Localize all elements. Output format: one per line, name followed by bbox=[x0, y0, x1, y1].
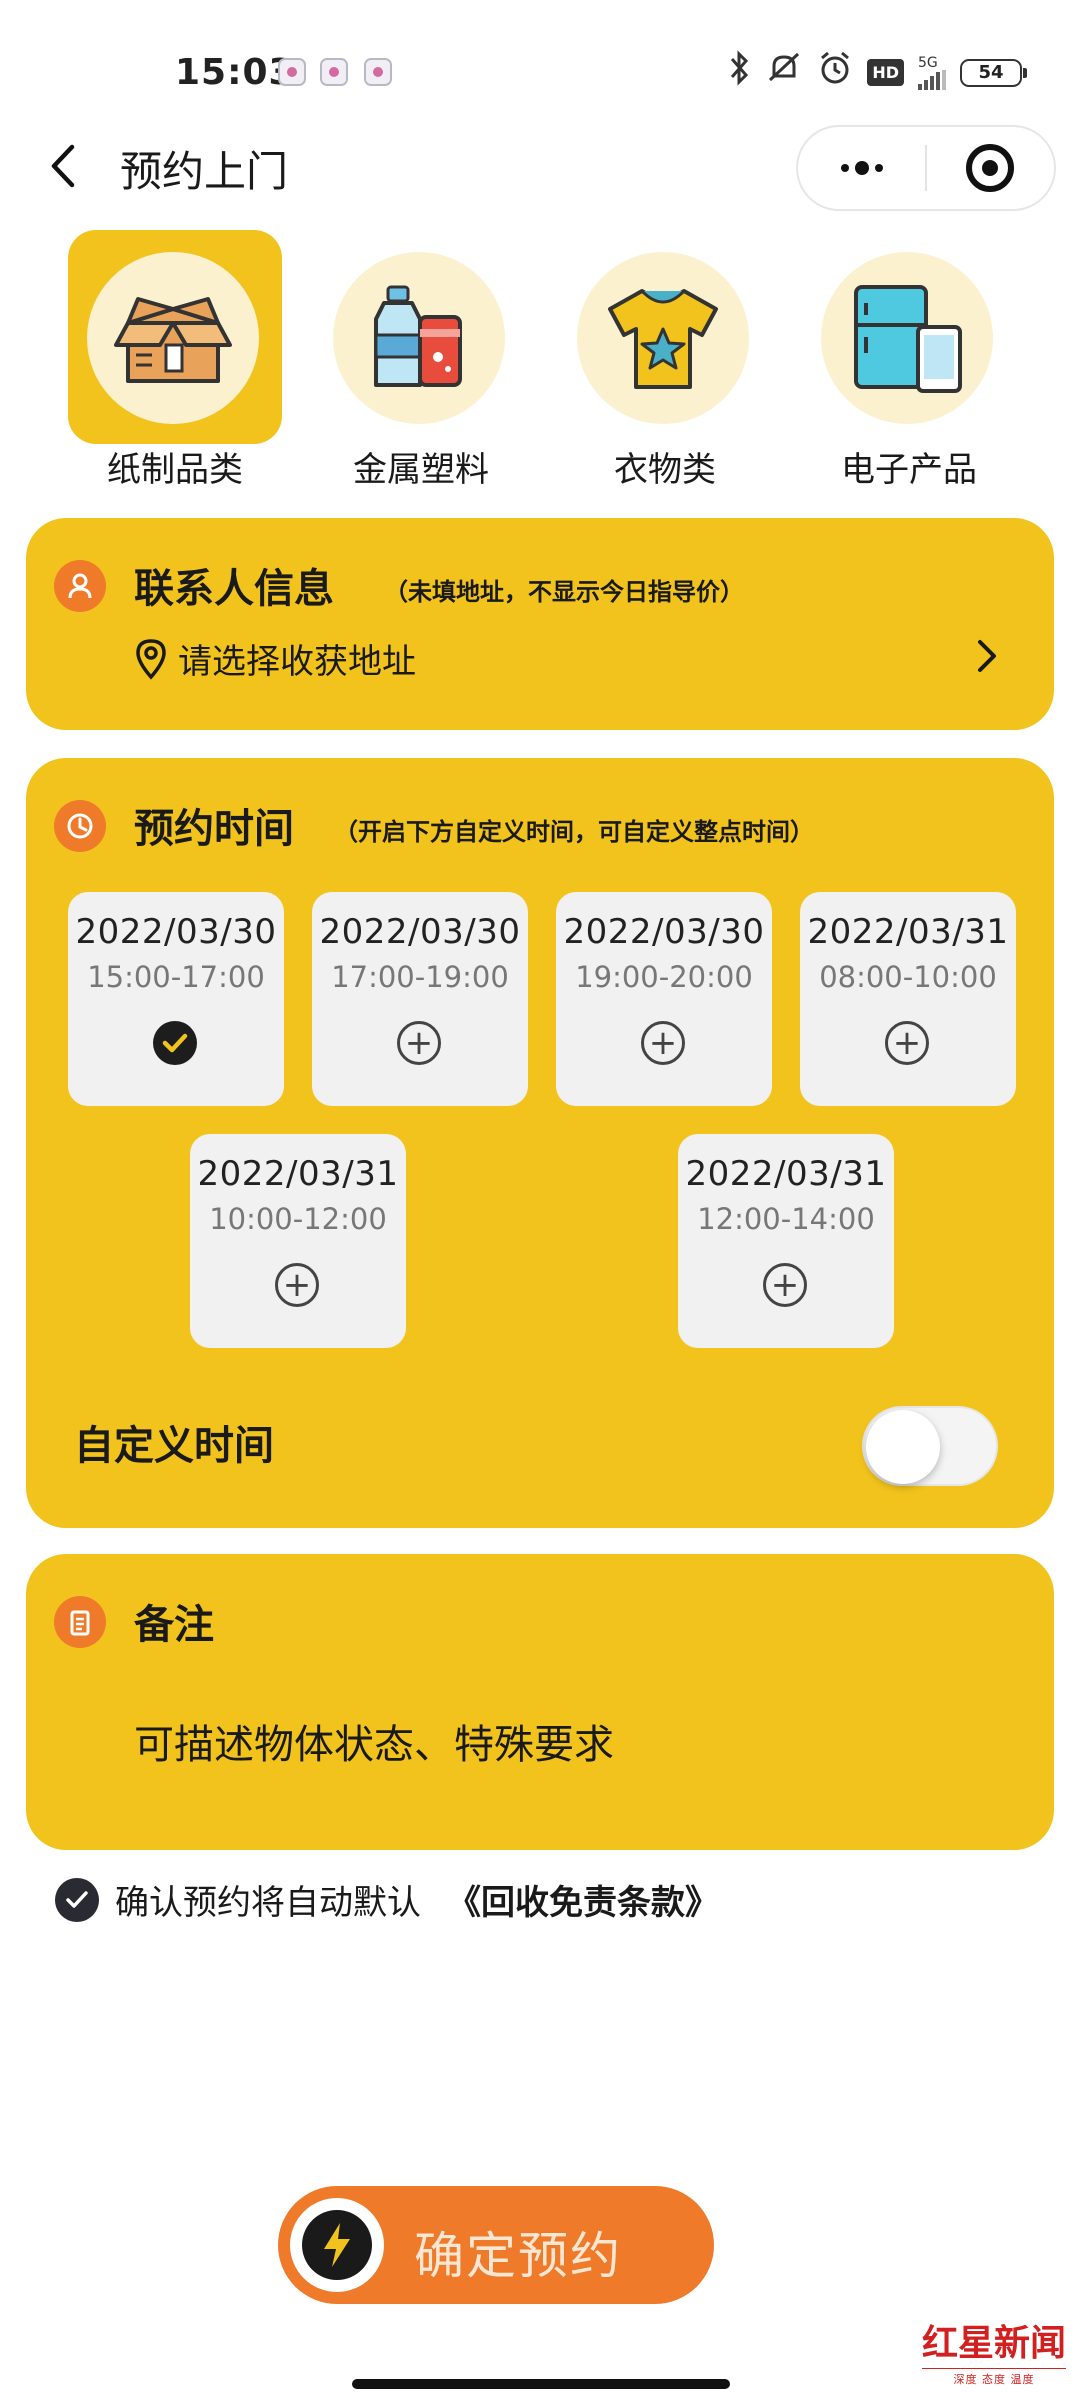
time-slot[interactable]: 2022/03/30 19:00-20:00 + bbox=[556, 892, 772, 1106]
status-icons: HD 5G 54 bbox=[729, 50, 1027, 95]
remark-input[interactable]: 可描述物体状态、特殊要求 bbox=[134, 1712, 614, 1770]
bluetooth-icon bbox=[729, 50, 751, 95]
tshirt-icon bbox=[577, 252, 749, 424]
category-clothing[interactable]: 衣物类 bbox=[550, 230, 770, 490]
notification-app-icon bbox=[320, 58, 348, 86]
notification-app-icon bbox=[364, 58, 392, 86]
silent-icon bbox=[765, 50, 803, 95]
confirm-label: 确定预约 bbox=[414, 2227, 622, 2285]
chevron-left-icon bbox=[51, 144, 75, 188]
watermark-text: 红星新闻 bbox=[921, 2322, 1066, 2364]
watermark-subtext: 深度 态度 温度 bbox=[921, 2368, 1066, 2387]
check-icon bbox=[66, 1890, 88, 1908]
more-button[interactable] bbox=[798, 127, 925, 209]
time-slot[interactable]: 2022/03/31 08:00-10:00 + bbox=[800, 892, 1016, 1106]
category-metal-plastic[interactable]: 金属塑料 bbox=[306, 230, 526, 490]
category-paper[interactable]: 纸制品类 bbox=[60, 230, 282, 490]
chevron-right-icon[interactable] bbox=[972, 636, 1002, 676]
contact-hint: （未填地址，不显示今日指导价） bbox=[384, 578, 744, 606]
schedule-title: 预约时间 bbox=[134, 806, 294, 852]
schedule-card: 预约时间 （开启下方自定义时间，可自定义整点时间） 2022/03/30 15:… bbox=[26, 758, 1054, 1528]
slot-time: 15:00-17:00 bbox=[87, 960, 265, 994]
box-icon bbox=[87, 252, 259, 424]
remark-card: 备注 可描述物体状态、特殊要求 bbox=[26, 1554, 1054, 1850]
mini-program-capsule bbox=[796, 125, 1056, 211]
slot-time: 17:00-19:00 bbox=[331, 960, 509, 994]
slot-time: 08:00-10:00 bbox=[819, 960, 997, 994]
page-title: 预约上门 bbox=[120, 147, 289, 196]
category-selector: 纸制品类 金属塑料 衣物类 电子产品 bbox=[0, 230, 1080, 490]
signal-icon: 5G bbox=[918, 56, 946, 90]
lightning-icon bbox=[290, 2198, 384, 2292]
category-label: 电子产品 bbox=[841, 450, 977, 490]
status-bar: 15:03 HD 5G 54 bbox=[0, 0, 1080, 140]
add-icon: + bbox=[394, 1018, 444, 1068]
address-placeholder: 请选择收获地址 bbox=[178, 642, 416, 682]
slot-date: 2022/03/30 bbox=[563, 912, 765, 952]
add-icon: + bbox=[638, 1018, 688, 1068]
slot-date: 2022/03/31 bbox=[685, 1154, 887, 1194]
contact-title: 联系人信息 bbox=[134, 566, 334, 612]
add-icon: + bbox=[272, 1260, 322, 1310]
agreement-checkbox[interactable] bbox=[55, 1877, 99, 1922]
notification-app-icon bbox=[278, 58, 306, 86]
home-indicator[interactable] bbox=[352, 2379, 730, 2389]
category-electronics[interactable]: 电子产品 bbox=[794, 230, 1014, 490]
time-slot[interactable]: 2022/03/31 10:00-12:00 + bbox=[190, 1134, 406, 1348]
hd-icon: HD bbox=[867, 59, 904, 86]
time-slot[interactable]: 2022/03/31 12:00-14:00 + bbox=[678, 1134, 894, 1348]
slot-time: 10:00-12:00 bbox=[209, 1202, 387, 1236]
bottle-can-icon bbox=[333, 252, 505, 424]
slot-time: 12:00-14:00 bbox=[697, 1202, 875, 1236]
fridge-tablet-icon bbox=[821, 252, 993, 424]
person-icon bbox=[54, 560, 106, 612]
add-icon: + bbox=[882, 1018, 932, 1068]
check-icon bbox=[150, 1018, 200, 1068]
watermark-logo: 红星新闻 深度 态度 温度 bbox=[921, 2314, 1066, 2387]
back-button[interactable] bbox=[38, 136, 88, 196]
remark-title: 备注 bbox=[134, 1602, 214, 1648]
contact-card: 联系人信息 （未填地址，不显示今日指导价） 请选择收获地址 bbox=[26, 518, 1054, 730]
close-mini-program-button[interactable] bbox=[927, 127, 1054, 209]
target-icon bbox=[966, 144, 1015, 192]
slot-time: 19:00-20:00 bbox=[575, 960, 753, 994]
schedule-hint: （开启下方自定义时间，可自定义整点时间） bbox=[334, 818, 814, 846]
slot-date: 2022/03/31 bbox=[807, 912, 1009, 952]
category-label: 纸制品类 bbox=[107, 450, 243, 490]
custom-time-label: 自定义时间 bbox=[74, 1423, 274, 1469]
location-pin-icon bbox=[136, 638, 166, 680]
battery-icon: 54 bbox=[960, 58, 1027, 87]
terms-link[interactable]: 《回收免责条款》 bbox=[447, 1875, 719, 1924]
category-label: 衣物类 bbox=[614, 450, 716, 490]
alarm-icon bbox=[817, 50, 853, 95]
agreement-text: 确认预约将自动默认 bbox=[115, 1883, 421, 1923]
network-type: 5G bbox=[918, 54, 938, 71]
agreement-row: 确认预约将自动默认 《回收免责条款》 bbox=[55, 1875, 719, 1924]
category-label: 金属塑料 bbox=[353, 450, 489, 490]
address-selector[interactable]: 请选择收获地址 bbox=[134, 634, 416, 683]
confirm-booking-button[interactable]: 确定预约 bbox=[278, 2186, 714, 2304]
clock-icon bbox=[54, 800, 106, 852]
slot-date: 2022/03/31 bbox=[197, 1154, 399, 1194]
clipboard-icon bbox=[54, 1596, 106, 1648]
time-slot[interactable]: 2022/03/30 17:00-19:00 + bbox=[312, 892, 528, 1106]
slot-date: 2022/03/30 bbox=[319, 912, 521, 952]
custom-time-toggle[interactable] bbox=[862, 1406, 998, 1486]
toggle-knob bbox=[866, 1410, 940, 1484]
time-slot[interactable]: 2022/03/30 15:00-17:00 bbox=[68, 892, 284, 1106]
add-icon: + bbox=[760, 1260, 810, 1310]
status-time: 15:03 bbox=[175, 52, 295, 93]
slot-date: 2022/03/30 bbox=[75, 912, 277, 952]
